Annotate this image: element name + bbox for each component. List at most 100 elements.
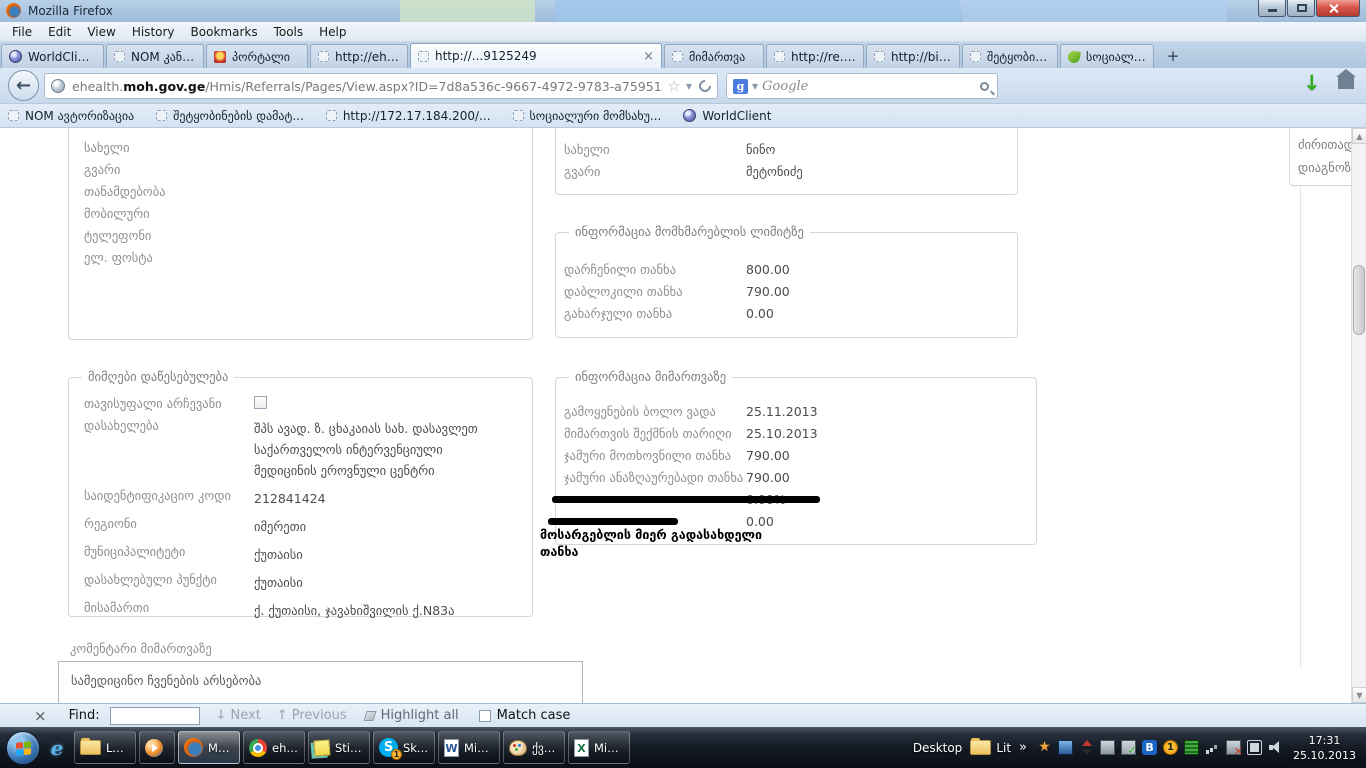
home-icon[interactable] [1338,77,1354,89]
internet-explorer-icon[interactable]: e [44,736,70,760]
taskbar-button-firefox[interactable]: Mozil... [178,731,240,764]
tab-active-referral[interactable]: http://...9125249 × [410,43,662,68]
maximize-button[interactable] [1287,0,1315,17]
menu-history[interactable]: History [124,23,183,41]
tab-re-c613b44d[interactable]: http://re...c613b44d [766,44,864,68]
start-button[interactable] [6,731,40,765]
paint-icon [509,740,527,756]
new-tab-button[interactable]: + [1162,46,1184,66]
taskbar-button-sticky-notes[interactable]: Stick... [308,731,370,764]
field-value: 25.11.2013 [746,404,818,419]
bookmark-star-icon[interactable]: ☆ [667,77,680,95]
tray-activity-icon[interactable] [1184,740,1199,755]
close-button[interactable] [1316,0,1360,17]
scroll-down-icon[interactable]: ▼ [1352,687,1366,703]
url-dropdown-icon[interactable]: ▼ [686,82,692,91]
field-label: გვარი [69,162,254,177]
tray-battery-icon[interactable] [1247,740,1262,755]
search-engine-dropdown-icon[interactable]: ▼ [752,82,758,91]
navigation-bar: ← ehealth.moh.gov.ge/Hmis/Referrals/Page… [0,68,1366,104]
field-label: დასახელება [69,418,254,481]
site-identity-icon[interactable] [51,79,65,93]
tray-volume-icon[interactable] [1268,740,1283,755]
field-value: იმერეთი [254,516,492,537]
vertical-scrollbar[interactable]: ▲ ▼ [1351,128,1366,703]
taskbar-button-logics[interactable]: Logics [74,731,136,764]
match-case-checkbox[interactable] [479,710,491,722]
excel-icon: X [574,739,589,757]
search-input[interactable] [762,79,980,94]
lit-toolbar[interactable]: Lit [996,741,1011,755]
tab-list-aspx[interactable]: http://eh...List.aspx [310,44,408,68]
tray-signal-strength-icon[interactable] [1205,740,1220,755]
maximize-icon [1297,4,1307,12]
tab-social-services[interactable]: სოციალური მომ... [1060,44,1154,68]
back-button[interactable]: ← [8,70,39,101]
diagnosis-fieldset-partial: ძირითადი დიაგნოზი [1289,128,1351,186]
bookmark-nom-authorization[interactable]: NOM ავტორიზაცია [8,109,134,123]
scrollbar-thumb[interactable] [1353,265,1365,335]
menu-bookmarks[interactable]: Bookmarks [183,23,266,41]
tray-monitor-icon[interactable] [1100,740,1115,755]
tray-update-badge-icon[interactable]: 1 [1163,740,1178,755]
search-box[interactable]: g ▼ [726,73,998,99]
url-text[interactable]: ehealth.moh.gov.ge/Hmis/Referrals/Pages/… [72,79,663,94]
tab-mimartva[interactable]: მიმართვა [664,44,764,68]
taskbar-button-paint[interactable]: ქვეყო... [503,731,565,764]
desktop-toolbar[interactable]: Desktop [913,741,963,755]
menu-view[interactable]: View [79,23,123,41]
field-label: ტელეფონი [69,228,254,243]
free-choice-checkbox[interactable] [254,396,267,409]
highlighter-icon [363,711,376,721]
placeholder-favicon [874,51,885,62]
find-bar: × Find: ↓ Next ↑ Previous Highlight all … [0,703,1366,727]
bookmark-172-17-184-200[interactable]: http://172.17.184.200/... [326,109,491,123]
tab-notifications[interactable]: შეტყობინების და... [962,44,1058,68]
menu-tools[interactable]: Tools [266,23,312,41]
highlight-all-button[interactable]: Highlight all [365,708,459,723]
bookmark-add-notification[interactable]: შეტყობინების დამატ... [156,109,304,123]
find-close-icon[interactable]: × [34,707,47,725]
scroll-up-icon[interactable]: ▲ [1352,128,1366,144]
comment-textarea[interactable]: სამედიცინო ჩვენების არსებობა [58,661,583,703]
menu-help[interactable]: Help [311,23,354,41]
tab-worldclient[interactable]: WorldClient [1,44,104,68]
tab-close-icon[interactable]: × [643,50,654,63]
find-input[interactable] [110,707,200,725]
field-label: მისამართი [69,600,254,621]
reload-icon[interactable] [697,78,714,95]
toolbar-chevron-icon[interactable]: » [1019,740,1027,755]
tray-display-icon[interactable] [1058,740,1073,755]
menu-bar: File Edit View History Bookmarks Tools H… [0,22,1366,42]
download-icon[interactable]: ↓ [1303,71,1321,95]
taskbar-button-word[interactable]: W Micr... [438,731,500,764]
receiver-fieldset: მიმღები დაწესებულება თავისუფალი არჩევანი… [68,377,533,617]
tray-network-traffic-icon[interactable] [1079,740,1094,755]
menu-edit[interactable]: Edit [40,23,79,41]
taskbar-button-excel[interactable]: X Mic... [568,731,630,764]
url-bar[interactable]: ehealth.moh.gov.ge/Hmis/Referrals/Pages/… [44,73,718,99]
tray-security-check-icon[interactable] [1121,740,1136,755]
match-case-option[interactable]: Match case [479,708,571,723]
firefox-icon [6,3,21,18]
tray-bluetooth-icon[interactable]: B [1142,740,1157,755]
bookmark-worldclient[interactable]: WorldClient [683,109,771,123]
menu-file[interactable]: File [4,23,40,41]
minimize-button[interactable] [1258,0,1286,17]
tab-bi-879298af6[interactable]: http://bi...879298af6 [866,44,960,68]
tray-star-icon[interactable]: ★ [1037,740,1052,755]
taskbar-clock[interactable]: 17:31 25.10.2013 [1293,733,1356,763]
taskbar-button-skype[interactable]: S1 Skyp... [373,731,435,764]
field-label: მუნიციპალიტეტი [69,544,254,565]
tray-network-error-icon[interactable] [1226,740,1241,755]
taskbar-button-chrome[interactable]: eheal... [243,731,305,764]
find-label: Find: [69,708,100,723]
diagnosis-label-line1: ძირითადი [1298,133,1351,156]
tab-portal[interactable]: პორტალი [206,44,308,68]
search-icon[interactable] [980,82,989,91]
find-previous-button[interactable]: ↑ Previous [277,708,347,723]
bookmark-social-services[interactable]: სოციალური მომსახუ... [513,109,662,123]
taskbar-button-media-player[interactable] [139,731,175,764]
find-next-button[interactable]: ↓ Next [216,708,261,723]
tab-nom-chancellery[interactable]: NOM კანცელარია [106,44,204,68]
